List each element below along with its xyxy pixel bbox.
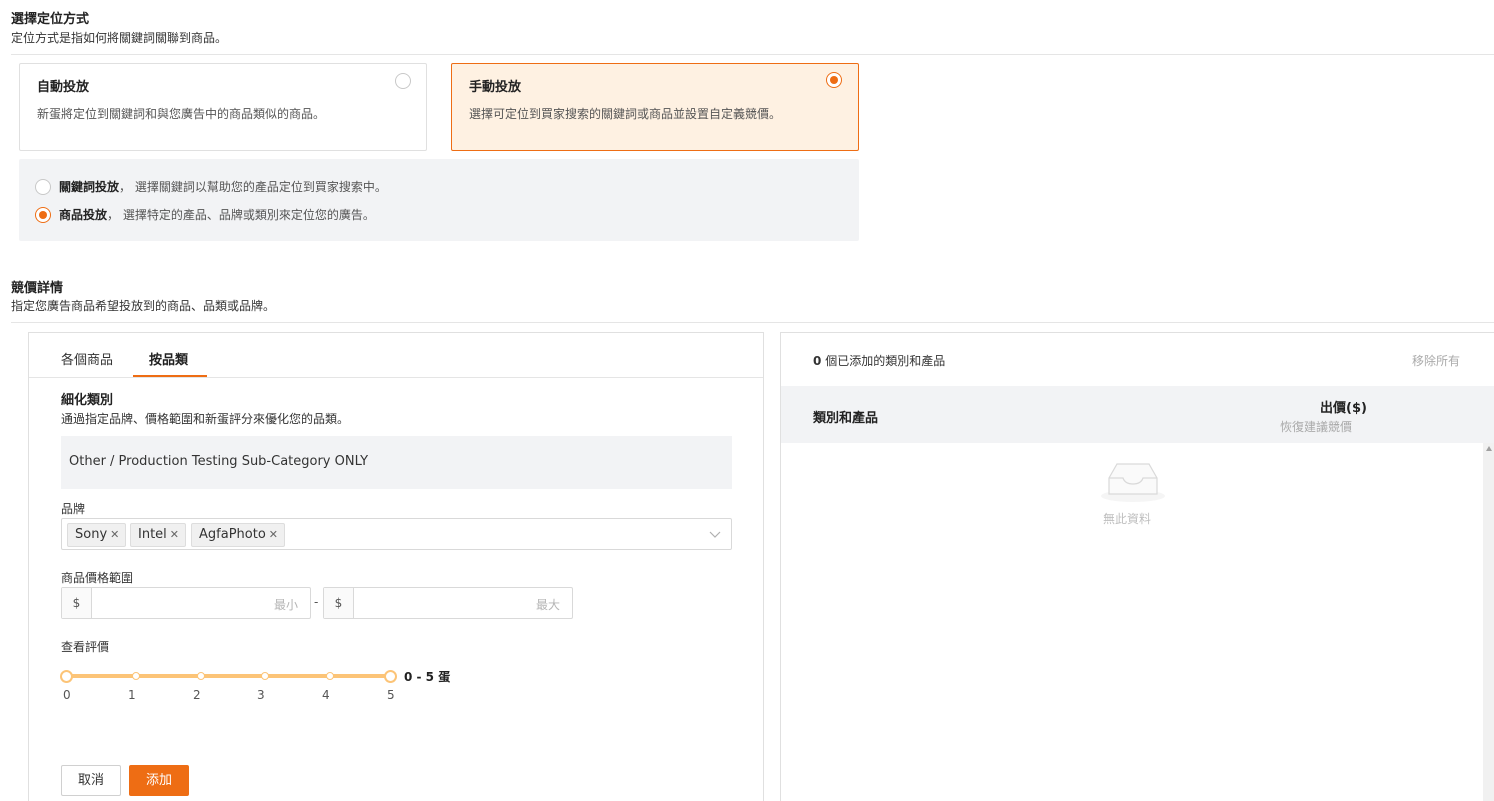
rating-slider-dot [261,672,269,680]
empty-state-text: 無此資料 [1103,512,1152,526]
brand-tag-label: Sony [75,527,108,542]
added-count: 0 個已添加的類別和產品 [813,352,945,369]
added-count-number: 0 [813,354,822,368]
category-picker-panel: 各個商品 按品類 細化類別 通過指定品牌、價格範圍和新蛋評分來優化您的品類。 O… [28,332,764,801]
brand-select[interactable]: Sony ✕ Intel ✕ AgfaPhoto ✕ [61,518,732,550]
selected-category-text: Other / Production Testing Sub-Category … [69,454,369,469]
refine-category-title: 細化類別 [61,393,114,408]
rating-slider-dot [326,672,334,680]
col-bid: 出價($) [1320,401,1367,416]
price-min-placeholder: 最小 [273,598,298,612]
product-targeting-option[interactable]: 商品投放， 選擇特定的產品、品牌或類別來定位您的廣告。 [35,206,375,224]
scroll-up-icon[interactable] [1486,446,1492,451]
rating-tick-label: 0 [63,688,71,702]
scrollbar[interactable] [1483,443,1494,801]
remove-all-link[interactable]: 移除所有 [1412,352,1460,369]
rating-slider-track[interactable] [67,674,391,678]
rating-tick-label: 5 [387,688,395,702]
remove-tag-icon[interactable]: ✕ [170,528,179,541]
manual-targeting-desc: 選擇可定位到買家搜索的關鍵詞或商品並設置自定義競價。 [469,107,782,121]
price-range-separator: - [314,595,319,609]
rating-tick-label: 3 [257,688,265,702]
price-max-placeholder: 最大 [535,598,560,612]
add-button[interactable]: 添加 [129,765,189,796]
rating-slider-handle-min[interactable] [60,670,73,683]
price-min-input[interactable]: $ 最小 [61,587,311,619]
auto-targeting-card[interactable]: 自動投放 新蛋將定位到關鍵詞和與您廣告中的商品類似的商品。 [19,63,427,151]
brand-label: 品牌 [61,502,86,516]
rating-slider-dot [132,672,140,680]
product-targeting-sep: ， [107,208,120,222]
tabs-divider [29,377,763,378]
price-max-input[interactable]: $ 最大 [323,587,573,619]
remove-tag-icon[interactable]: ✕ [269,528,278,541]
manual-targeting-options: 關鍵詞投放， 選擇關鍵詞以幫助您的產品定位到買家搜索中。 商品投放， 選擇特定的… [19,159,859,241]
chevron-down-icon[interactable] [709,529,721,539]
currency-prefix: $ [324,588,354,618]
keyword-targeting-radio[interactable] [35,178,51,195]
brand-tag: AgfaPhoto ✕ [191,523,285,547]
brand-tag: Sony ✕ [67,523,127,547]
product-targeting-radio[interactable] [35,206,51,223]
auto-targeting-title: 自動投放 [37,80,90,95]
product-targeting-desc: 選擇特定的產品、品牌或類別來定位您的廣告。 [122,208,375,222]
rating-slider-dot [197,672,205,680]
manual-targeting-radio[interactable] [826,72,842,88]
bidding-title: 競價詳情 [11,281,64,296]
remove-tag-icon[interactable]: ✕ [110,528,119,541]
keyword-targeting-option[interactable]: 關鍵詞投放， 選擇關鍵詞以幫助您的產品定位到買家搜索中。 [35,178,387,196]
restore-suggested-bid-link[interactable]: 恢復建議競價 [1280,418,1352,435]
brand-tag-label: AgfaPhoto [199,527,266,542]
manual-targeting-title: 手動投放 [469,80,522,95]
currency-prefix: $ [62,588,92,618]
brand-tag: Intel ✕ [130,523,186,547]
price-range-label: 商品價格範圍 [61,571,134,585]
targeting-subtitle: 定位方式是指如何將關鍵詞關聯到商品。 [11,31,228,45]
table-header: 類別和產品 出價($) 恢復建議競價 [781,386,1494,443]
brand-tag-label: Intel [138,527,167,542]
bidding-subtitle: 指定您廣告商品希望投放到的商品、品類或品牌。 [11,299,276,313]
targeting-title: 選擇定位方式 [11,12,90,27]
rating-tick-label: 4 [322,688,330,702]
empty-inbox-icon [1101,463,1165,502]
added-count-text: 個已添加的類別和產品 [825,354,946,368]
auto-targeting-desc: 新蛋將定位到關鍵詞和與您廣告中的商品類似的商品。 [37,107,326,121]
manual-targeting-card[interactable]: 手動投放 選擇可定位到買家搜索的關鍵詞或商品並設置自定義競價。 [451,63,859,151]
rating-label: 查看評價 [61,640,110,654]
bidding-divider [11,322,1494,323]
added-items-panel: 0 個已添加的類別和產品 移除所有 類別和產品 出價($) 恢復建議競價 無此資… [780,332,1494,801]
rating-slider-handle-max[interactable] [384,670,397,683]
product-targeting-label: 商品投放 [59,208,108,222]
keyword-targeting-label: 關鍵詞投放 [59,180,120,194]
auto-targeting-radio[interactable] [395,73,411,89]
tab-individual-products[interactable]: 各個商品 [61,349,113,368]
col-category: 類別和產品 [813,411,879,426]
keyword-targeting-desc: 選擇關鍵詞以幫助您的產品定位到買家搜索中。 [134,180,387,194]
rating-tick-label: 1 [128,688,136,702]
keyword-targeting-sep: ， [119,180,132,194]
tab-by-category[interactable]: 按品類 [149,349,188,368]
selected-category-box: Other / Production Testing Sub-Category … [61,436,732,489]
rating-tick-label: 2 [193,688,201,702]
rating-range-text: 0 - 5 蛋 [404,670,451,684]
targeting-divider [11,54,1494,55]
cancel-button[interactable]: 取消 [61,765,121,796]
refine-category-desc: 通過指定品牌、價格範圍和新蛋評分來優化您的品類。 [61,412,350,426]
